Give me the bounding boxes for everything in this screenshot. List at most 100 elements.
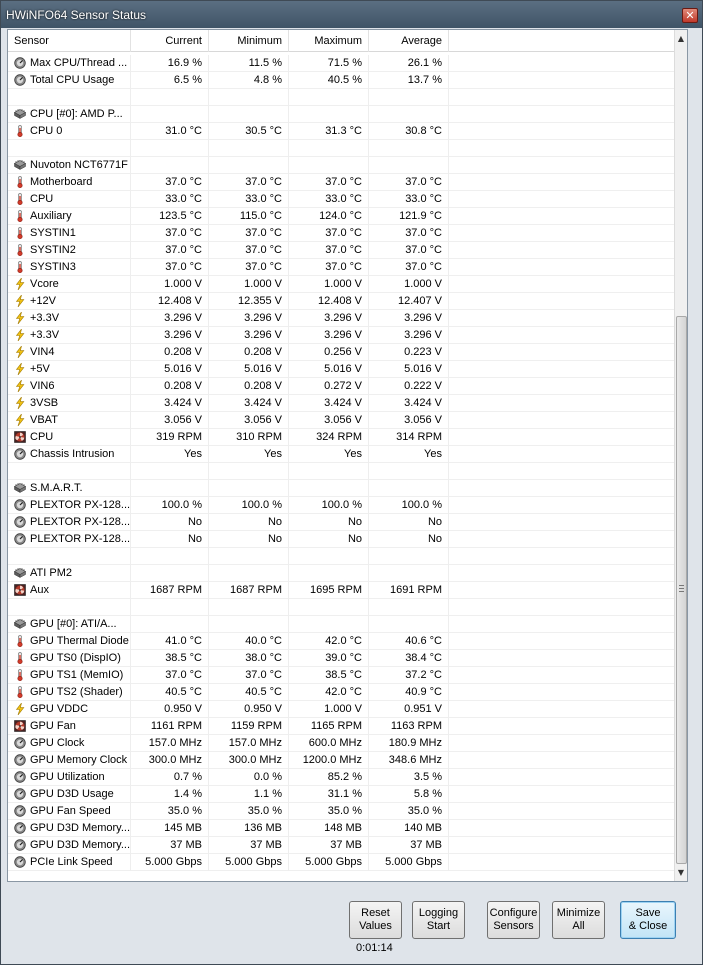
table-row[interactable]: 3VSB 3.424 V 3.424 V 3.424 V 3.424 V — [8, 395, 676, 412]
current-value — [131, 106, 209, 123]
minimum-value: 12.355 V — [209, 293, 289, 310]
table-row[interactable]: Aux 1687 RPM 1687 RPM 1695 RPM 1691 RPM — [8, 582, 676, 599]
table-row[interactable]: GPU Memory Clock 300.0 MHz 300.0 MHz 1200.0… — [8, 752, 676, 769]
sensor-name-cell: CPU — [8, 429, 131, 446]
gauge-icon — [14, 516, 26, 528]
table-row[interactable]: GPU Thermal Diode 41.0 °C 40.0 °C 42.0 °C 40… — [8, 633, 676, 650]
table-row[interactable]: PLEXTOR PX-128... No No No No — [8, 514, 676, 531]
average-value: 3.056 V — [369, 412, 449, 429]
average-value — [369, 565, 449, 582]
vertical-scrollbar[interactable]: ▲ ▼ — [674, 30, 687, 881]
scroll-down-icon[interactable]: ▼ — [675, 866, 687, 880]
current-value — [131, 463, 209, 480]
minimum-value — [209, 616, 289, 633]
minimize-all-button[interactable]: Minimize All — [552, 901, 605, 939]
close-button[interactable]: ✕ — [682, 8, 698, 23]
table-row[interactable]: +12V 12.408 V 12.355 V 12.408 V 12.407 V — [8, 293, 676, 310]
column-header-sensor[interactable]: Sensor — [8, 30, 131, 52]
column-header-minimum[interactable]: Minimum — [209, 30, 289, 52]
table-row[interactable]: GPU TS2 (Shader) 40.5 °C 40.5 °C 42.0 °C 40.… — [8, 684, 676, 701]
title-bar[interactable]: HWiNFO64 Sensor Status ✕ — [1, 1, 702, 28]
table-row-spacer — [8, 463, 676, 480]
minimum-value: 37 MB — [209, 837, 289, 854]
column-header-average[interactable]: Average — [369, 30, 449, 52]
thermometer-icon — [14, 635, 26, 648]
minimum-value: 115.0 °C — [209, 208, 289, 225]
table-row[interactable]: PCIe Link Speed 5.000 Gbps 5.000 Gbps 5.000… — [8, 854, 676, 871]
table-row[interactable]: VIN6 0.208 V 0.208 V 0.272 V 0.222 V — [8, 378, 676, 395]
column-header-maximum[interactable]: Maximum — [289, 30, 369, 52]
thermometer-icon — [14, 227, 26, 240]
table-row[interactable]: Max CPU/Thread ... 16.9 % 11.5 % 71.5 % 26.1… — [8, 55, 676, 72]
table-row[interactable]: GPU Fan 1161 RPM 1159 RPM 1165 RPM 1163 RPM — [8, 718, 676, 735]
column-header-current[interactable]: Current — [131, 30, 209, 52]
table-row[interactable]: ATI PM2 — [8, 565, 676, 582]
thermometer-icon — [14, 652, 26, 665]
table-row[interactable]: GPU D3D Memory... 145 MB 136 MB 148 MB 140 M… — [8, 820, 676, 837]
sensor-name: SYSTIN1 — [30, 227, 76, 239]
table-row[interactable]: GPU D3D Memory... 37 MB 37 MB 37 MB 37 MB — [8, 837, 676, 854]
scroll-up-icon[interactable]: ▲ — [675, 32, 687, 46]
table-row[interactable]: CPU 319 RPM 310 RPM 324 RPM 314 RPM — [8, 429, 676, 446]
reset-values-button[interactable]: Reset Values — [349, 901, 402, 939]
current-value — [131, 565, 209, 582]
table-row[interactable]: Auxiliary 123.5 °C 115.0 °C 124.0 °C 121.9 °… — [8, 208, 676, 225]
current-value: 37.0 °C — [131, 259, 209, 276]
table-row[interactable]: SYSTIN2 37.0 °C 37.0 °C 37.0 °C 37.0 °C — [8, 242, 676, 259]
minimum-value: 1687 RPM — [209, 582, 289, 599]
save-close-button[interactable]: Save & Close — [620, 901, 676, 939]
maximum-value: 40.5 % — [289, 72, 369, 89]
minimum-value: 37.0 °C — [209, 667, 289, 684]
maximum-value: 35.0 % — [289, 803, 369, 820]
current-value — [131, 480, 209, 497]
configure-button-line1: Configure — [489, 907, 538, 919]
table-row[interactable]: VBAT 3.056 V 3.056 V 3.056 V 3.056 V — [8, 412, 676, 429]
average-value: 35.0 % — [369, 803, 449, 820]
table-row[interactable]: GPU Clock 157.0 MHz 157.0 MHz 600.0 MHz 180.… — [8, 735, 676, 752]
minimum-value: 1.1 % — [209, 786, 289, 803]
sensor-name: SYSTIN2 — [30, 244, 76, 256]
table-row[interactable]: +3.3V 3.296 V 3.296 V 3.296 V 3.296 V — [8, 327, 676, 344]
table-row[interactable]: GPU Fan Speed 35.0 % 35.0 % 35.0 % 35.0 % — [8, 803, 676, 820]
table-row[interactable]: Vcore 1.000 V 1.000 V 1.000 V 1.000 V — [8, 276, 676, 293]
table-row[interactable]: Total CPU Usage 6.5 % 4.8 % 40.5 % 13.7 % — [8, 72, 676, 89]
table-row[interactable]: +3.3V 3.296 V 3.296 V 3.296 V 3.296 V — [8, 310, 676, 327]
thermometer-icon — [14, 686, 26, 699]
configure-sensors-button[interactable]: Configure Sensors — [487, 901, 540, 939]
average-value: 37.0 °C — [369, 242, 449, 259]
maximum-value: 1695 RPM — [289, 582, 369, 599]
table-row[interactable]: VIN4 0.208 V 0.208 V 0.256 V 0.223 V — [8, 344, 676, 361]
sensor-name: Chassis Intrusion — [30, 448, 115, 460]
table-row[interactable]: S.M.A.R.T. — [8, 480, 676, 497]
table-row[interactable]: GPU [#0]: ATI/A... — [8, 616, 676, 633]
scrollbar-thumb[interactable] — [676, 316, 687, 864]
table-row[interactable]: GPU Utilization 0.7 % 0.0 % 85.2 % 3.5 % — [8, 769, 676, 786]
table-row[interactable]: CPU 0 31.0 °C 30.5 °C 31.3 °C 30.8 °C — [8, 123, 676, 140]
minimum-value: 4.8 % — [209, 72, 289, 89]
table-row[interactable]: Motherboard 37.0 °C 37.0 °C 37.0 °C 37.0 °C — [8, 174, 676, 191]
table-row[interactable]: PLEXTOR PX-128... 100.0 % 100.0 % 100.0 % 10… — [8, 497, 676, 514]
current-value: 123.5 °C — [131, 208, 209, 225]
table-row[interactable]: CPU [#0]: AMD P... — [8, 106, 676, 123]
sensor-name: Auxiliary — [30, 210, 72, 222]
table-row[interactable]: GPU TS0 (DispIO) 38.5 °C 38.0 °C 39.0 °C 38.… — [8, 650, 676, 667]
maximum-value: 1200.0 MHz — [289, 752, 369, 769]
table-row-spacer — [8, 140, 676, 157]
current-value: 3.296 V — [131, 327, 209, 344]
table-row[interactable]: Chassis Intrusion Yes Yes Yes Yes — [8, 446, 676, 463]
current-value: 16.9 % — [131, 55, 209, 72]
table-row[interactable]: SYSTIN3 37.0 °C 37.0 °C 37.0 °C 37.0 °C — [8, 259, 676, 276]
table-row[interactable]: SYSTIN1 37.0 °C 37.0 °C 37.0 °C 37.0 °C — [8, 225, 676, 242]
table-row[interactable]: GPU D3D Usage 1.4 % 1.1 % 31.1 % 5.8 % — [8, 786, 676, 803]
table-row[interactable]: Nuvoton NCT6771F — [8, 157, 676, 174]
table-row[interactable]: CPU 33.0 °C 33.0 °C 33.0 °C 33.0 °C — [8, 191, 676, 208]
table-row[interactable]: GPU VDDC 0.950 V 0.950 V 1.000 V 0.951 V — [8, 701, 676, 718]
maximum-value: 37.0 °C — [289, 242, 369, 259]
table-row[interactable]: GPU TS1 (MemIO) 37.0 °C 37.0 °C 38.5 °C 37.2… — [8, 667, 676, 684]
current-value: 5.000 Gbps — [131, 854, 209, 871]
table-row[interactable]: +5V 5.016 V 5.016 V 5.016 V 5.016 V — [8, 361, 676, 378]
sensor-name-cell: +5V — [8, 361, 131, 378]
minimum-value — [209, 106, 289, 123]
table-row[interactable]: PLEXTOR PX-128... No No No No — [8, 531, 676, 548]
logging-start-button[interactable]: Logging Start — [412, 901, 465, 939]
